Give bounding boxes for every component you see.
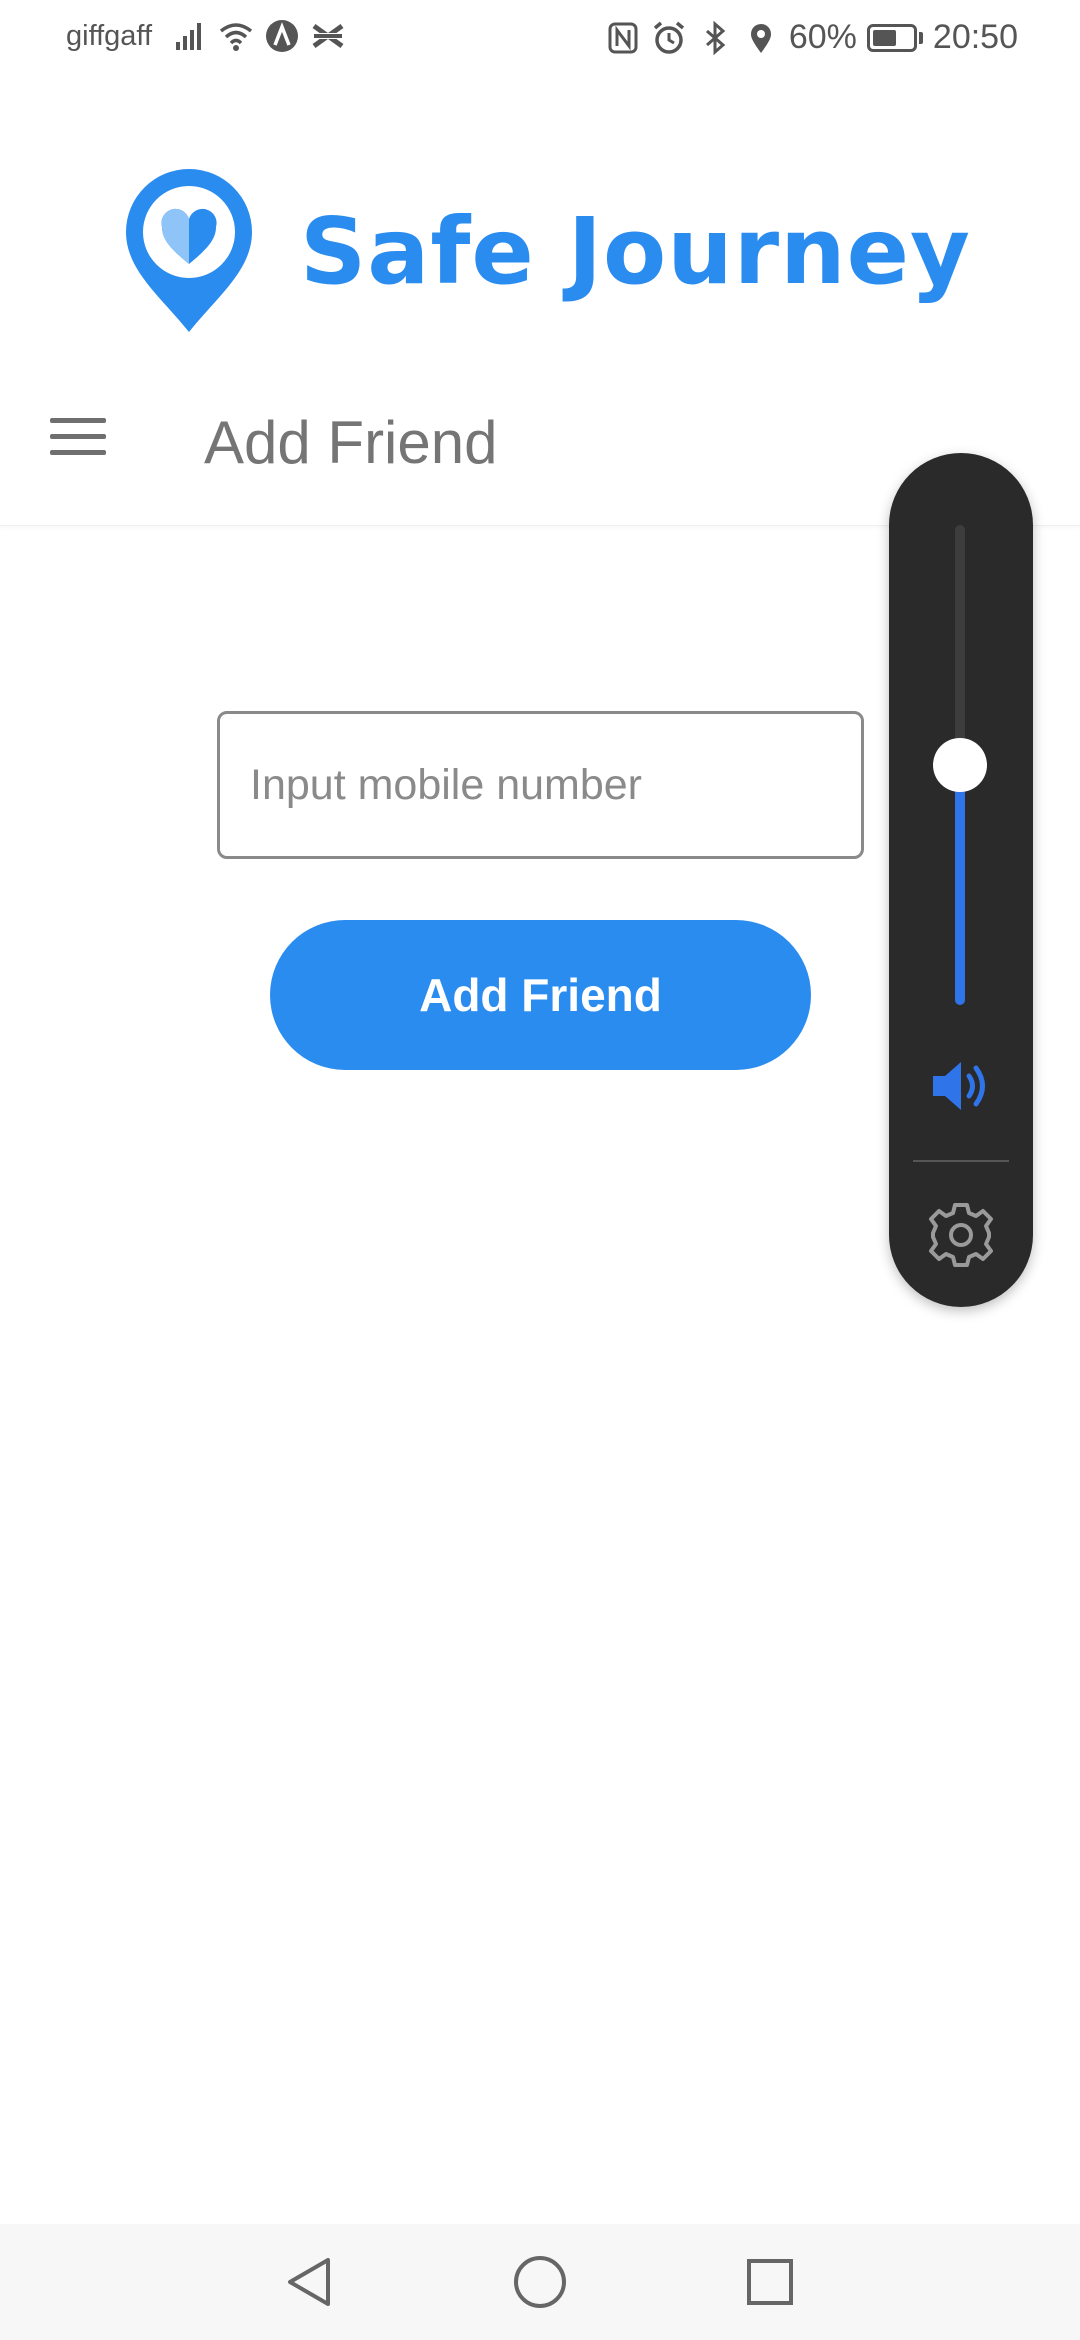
battery-percent: 60% <box>788 18 857 56</box>
clock: 20:50 <box>932 18 1018 56</box>
status-bar: giffgaff 60% 20:50 <box>0 0 1080 76</box>
signal-icon <box>176 23 201 50</box>
carrier-name: giffgaff <box>66 20 153 52</box>
halifax-icon <box>312 23 344 49</box>
volume-slider-knob[interactable] <box>933 738 987 792</box>
nfc-icon <box>608 22 638 53</box>
logo-text: Safe Journey <box>300 197 971 305</box>
app-logo: Safe Journey <box>120 166 971 336</box>
wifi-icon <box>219 23 253 51</box>
status-left-icons <box>172 18 346 54</box>
system-nav-bar <box>0 2224 1080 2340</box>
alarm-icon <box>653 21 684 54</box>
a-badge-icon <box>266 20 298 52</box>
home-icon[interactable] <box>510 2252 570 2312</box>
screen: giffgaff 60% 20:50 Safe Journey Add Frie… <box>0 0 1080 2340</box>
volume-divider <box>913 1160 1009 1162</box>
add-friend-button[interactable]: Add Friend <box>270 920 811 1070</box>
location-icon <box>750 23 771 53</box>
bluetooth-icon <box>705 20 726 55</box>
back-icon[interactable] <box>280 2252 340 2312</box>
heart-pin-icon <box>126 169 252 332</box>
battery-icon <box>866 23 923 52</box>
recent-apps-icon[interactable] <box>740 2252 800 2312</box>
volume-panel <box>889 453 1033 1307</box>
volume-slider-fill <box>955 765 965 1005</box>
status-right: 60% 20:50 <box>605 18 1018 57</box>
page-title: Add Friend <box>204 409 498 476</box>
volume-slider[interactable] <box>933 525 987 1005</box>
mobile-number-input[interactable] <box>217 711 864 859</box>
gear-icon[interactable] <box>927 1201 995 1269</box>
menu-icon[interactable] <box>50 418 106 462</box>
speaker-icon[interactable] <box>929 1058 993 1114</box>
